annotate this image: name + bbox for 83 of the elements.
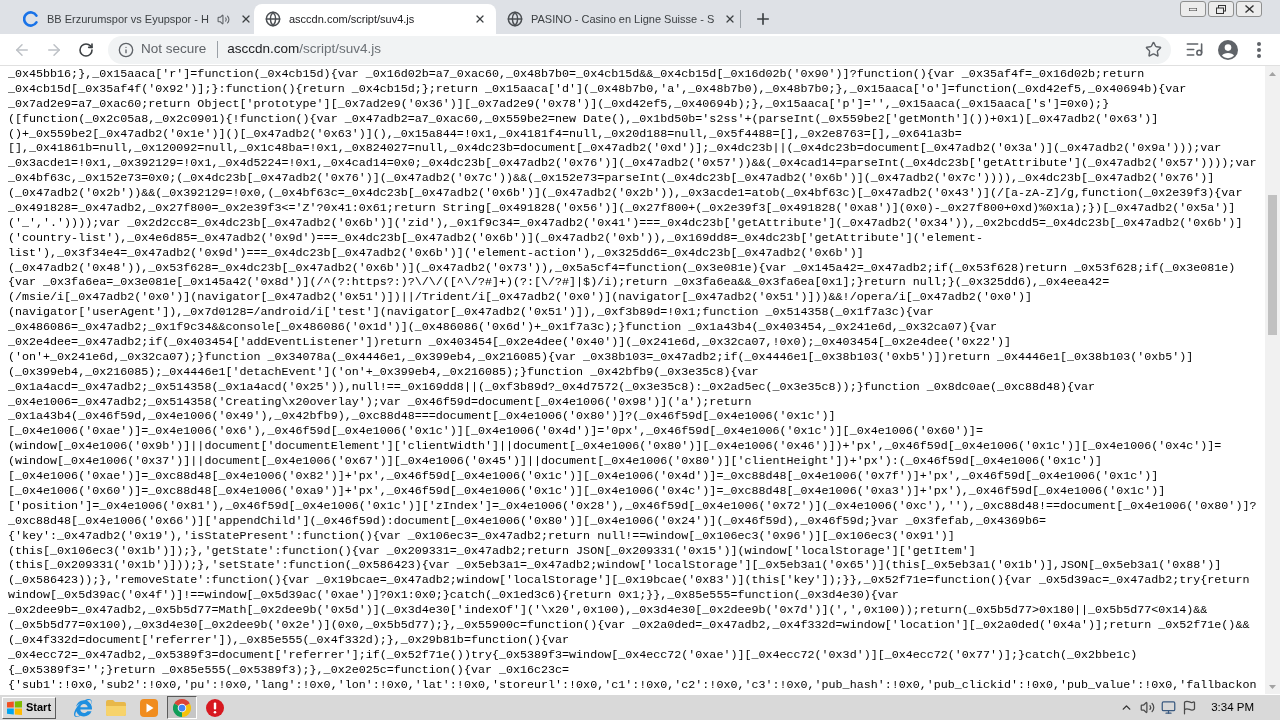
code-line: _0x4cb15d[_0x35af4f('0x92')];}:function(){return _0x4cb15d;};return _0x15aaca['d'](_0x48b7b0,'a',_0x48b7b0),_0x48b7b0;},_0x15aaca['o']=function(_0xd42ef5,_0x40694b){var (8, 81, 1187, 97)
code-line: (_0x586423));},'removeState':function(){var _0x19bcae=_0x47adb2;window['localStorage'][_0x19bcae('0x83')](this['key']);}},_0x52f71e=function(){var _0x5d39ac=_0x47adb2;try{return (8, 573, 1250, 589)
code-line: ([function(_0x2c05a8,_0x2c0901){!function(){var _0x47adb2=a7_0xac60,_0x559be2=new Date(),_0x1bd50b='s2ss'+(parseInt(_0x559be2['getMonth']())+0x1)[_0x47adb2('0x63')] (8, 111, 1159, 127)
code-line: _0x4bf63c,_0x152e73=0x0;(_0x4dc23b[_0x47adb2('0x76')](_0x47adb2('0x7c'))&&(_0x152e73=parseInt(_0x4dc23b[_0x47adb2('0x6b')](_0x47adb2('0x7c')))),_0x4dc23b[_0x47adb2('0x76')] (8, 171, 1215, 187)
code-line: (window[_0x4e1006('0x9b')]||document['documentElement']['clientWidth']||document[_0x4e1006('0x80')][_0x4e1006('0x46')])+'px',_0x46f59d[_0x4e1006('0x1c')][_0x4e1006('0x4c')]= (8, 439, 1222, 455)
code-line: (this[_0x209331('0x1b')]));},'setState':function(_0x586423){var _0x5eb3a1=_0x47adb2;window['localStorage'][_0x5eb3a1('0x65')](this[_0x5eb3a1('0x1b')],JSON[_0x5eb3a1('0x88')] (8, 558, 1222, 574)
play-icon (140, 698, 159, 717)
close-icon (1244, 5, 1254, 13)
code-line: [_0x4e1006('0xae')]=_0xc88d48[_0x4e1006('0x82')]+'px',_0x46f59d[_0x4e1006('0x1c')][_0x4e1006('0x4d')]=_0xc88d48[_0x4e1006('0x7f')]+'px',_0x46f59d[_0x4e1006('0x1c')] (8, 469, 1159, 484)
e-logo-icon (74, 698, 93, 717)
code-line: ('on'+_0x241e6d,_0x32ca07);}function _0x34078a(_0x4446e1,_0x399eb4,_0x216085){var _0x38b103=_0x47adb2;if(_0x4446e1[_0x38b103('0xb5')])return _0x4446e1[_0x38b103('0xb5')] (8, 349, 1194, 365)
info-icon (118, 41, 134, 58)
code-line: (_0x47adb2('0x2b'))&&(_0x392129=!0x0,(_0x4bf63c=_0x4dc23b[_0x47adb2('0x6b')](_0x47adb2('0x2b')),_0x3acde1=atob(_0x4bf63c)[_0x47adb2('0x43')](/[a-zA-Z]/g,function(_0x2e39f3){var (8, 186, 1243, 201)
scrollbar-track[interactable] (1265, 66, 1280, 694)
address-bar[interactable]: Not secure asccdn.com/script/suv4.js (108, 35, 1171, 64)
code-line: [_0x4e1006('0xae')]=_0x4e1006('0x6'),_0x46f59d[_0x4e1006('0x1c')][_0x4e1006('0x4d')]='0px',_0x46f59d[_0x4e1006('0x1c')][_0x4e1006('0x60')]= (8, 424, 983, 440)
code-line: _0xc88d48[_0x4e1006('0x66')]['appendChild'](_0x46f59d):document[_0x4e1006('0x80')][_0x4e1006('0x24')](_0x46f59d),_0x46f59d;}var _0x3fefab,_0x4369b6= (8, 513, 1047, 529)
browser-tab[interactable]: BB Erzurumspor vs Eyupspor - H (12, 4, 254, 34)
minimize-icon (1189, 7, 1197, 11)
profile-button[interactable] (1215, 37, 1241, 62)
speaker-icon[interactable] (1140, 700, 1156, 715)
caret-down-icon (1269, 684, 1276, 689)
code-line: [_0x4e1006('0x60')]=_0xc88d48[_0x4e1006('0xa9')]+'px',_0x46f59d[_0x4e1006('0x1c')][_0x4e1006('0x4c')]=_0xc88d48[_0x4e1006('0xa3')]+'px'),_0x46f59d[_0x4e1006('0x1c')] (8, 483, 1166, 499)
code-line: {'sub1':!0x0,'sub2':!0x0,'pu':!0x0,'lang':!0x0,'lon':!0x0,'lat':!0x0,'storeurl':!0x0,'c1':!0x0,'c2':!0x0,'c3':!0x0,'pub_hash':!0x0,'pub_clickid':!0x0,'pub_value':!0x0,'fallbackon (8, 677, 1257, 693)
playlist-icon (1184, 40, 1204, 59)
code-line: {var _0x3fa6ea=_0x3e081e[_0x145a42('0x8d')](/^(?:https?:)?\/\/([^\/?#]+)(?:[\/?#]|$)/i);return _0x3fa6ea&&_0x3fa6ea[0x1];}return null;}(_0x325dd6),_0x4eea42= (8, 275, 1110, 291)
code-line: list'),_0x3f34e4=_0x47adb2('0x9d')===_0x4dc23b[_0x47adb2('0x6b')]('element-action'),_0x325dd6=_0x4dc23b[_0x47adb2('0x6b')] (8, 245, 864, 261)
code-line: {_0x5389f3='';}return _0x85e555(_0x5389f3);},_0x2e025c=function(){var _0x16c23c= (8, 662, 570, 678)
url-text: asccdn.com/script/suv4.js (227, 40, 382, 59)
code-line: ('country-list'),_0x4e6d85=_0x47adb2('0x9d')===_0x4dc23b[_0x47adb2('0x6b')](_0x47adb2('0xb')),_0x169dd8=_0x4dc23b['getAttribute']('element- (8, 230, 983, 246)
code-line: _0x486086=_0x47adb2;_0x1f9c34&&console[_0x486086('0x1d')](_0x486086('0x6d')+_0x1f7a3c);}function _0x1a43b4(_0x403454,_0x241e6d,_0x32ca07){var (8, 320, 997, 336)
plus-icon (754, 10, 772, 28)
code-line: (_0x47adb2('0x48')),_0x53f628=_0x4dc23b[_0x47adb2('0x6b')](_0x47adb2('0x73')),_0x5a5cf4=function(_0x3e081e){var _0x145a42=_0x47adb2;if(_0x53f628)return _0x53f628;if(_0x3e081e) (8, 260, 1236, 276)
start-logo-icon (7, 700, 22, 715)
browser-tab[interactable]: asccdn.com/script/suv4.js (254, 4, 496, 34)
caret-up-icon (1269, 71, 1276, 76)
folder-icon (106, 699, 127, 716)
code-line: (_0x399eb4,_0x216085);_0x4446e1['detachEvent']('on'+_0x399eb4,_0x216085);}function _0x42bfb9(_0x3e35c8){var (8, 364, 759, 380)
code-line: ()+_0x559be2[_0x47adb2('0x1e')]()[_0x47adb2('0x63')](),_0x15a844=!0x1,_0x4181f4=null,_0x20d188=null,_0x5f4488=[],_0x2e8763=[],_0x641a3b= (8, 126, 962, 142)
alert-icon (206, 698, 225, 717)
start-button[interactable]: Start (2, 696, 57, 719)
code-line: _0x2dee9b=_0x47adb2,_0x5b5d77=Math[_0x2dee9b('0x5d')](_0x3d4e30['indexOf']('\x20',0x100),_0x3d4e30[_0x2dee9b('0x7d')](',',0x100));return(_0x5b5d77>0x180||_0x5b5d77<0x14)&& (8, 603, 1208, 618)
restore-icon (1216, 4, 1226, 14)
avatar-icon (1218, 39, 1238, 60)
code-line: _0x45bb16;},_0x15aaca['r']=function(_0x4cb15d){var _0x16d02b=a7_0xac60,_0x48b7b0=_0x4cb15d&&_0x4cb15d[_0x16d02b('0x90')]?function(){var _0x35af4f=_0x16d02b;return (8, 67, 1145, 82)
star-icon (1144, 41, 1162, 58)
ring-icon (23, 11, 39, 27)
reload-icon (78, 41, 94, 58)
code-line: {'key':_0x47adb2('0x19'),'isStatePresent':function(){var _0x106ec3=_0x47adb2;return null!==window[_0x106ec3('0x96')][_0x106ec3('0x91')] (8, 528, 955, 544)
taskbar-app-button[interactable] (167, 696, 198, 719)
code-line: (window[_0x4e1006('0x37')]||document[_0x4e1006('0x67')][_0x4e1006('0x45')]||document[_0x4e1006('0x80')]['clientHeight'])+'px'):(_0x46f59d[_0x4e1006('0x1c')] (8, 454, 1103, 470)
code-line: ('_','.'))));var _0x2d2cc8=_0x4dc23b[_0x47adb2('0x6b')]('zid'),_0x1f9c34=_0x47adb2('0x41')===_0x4dc23b['getAttribute'](_0x47adb2('0x34')),_0x2bcdd5=_0x4dc23b[_0x47adb2('0x6b')] (8, 215, 1243, 231)
code-line: _0x1a4acd=_0x47adb2;_0x514358(_0x1a4acd('0x25')),null!==_0x169dd8||(_0xf3b89d?_0x4d7572(_0x3e35c8):_0x2ad5ec(_0x3e35c8));}function _0x8dc0ae(_0xc88d48){var (8, 379, 1096, 395)
globe-icon (507, 11, 523, 27)
bookmark-button[interactable] (1143, 39, 1163, 60)
code-line: _0x491828=_0x47adb2,_0x27f800=_0x2e39f3<='Z'?0x41:0x61;return String[_0x491828('0x56')](_0x27f800+(_0x2e39f3[_0x491828('0xa8')](0x0)-_0x27f800+0xd)%0x1a);})[_0x47adb2('0x5a')] (8, 201, 1236, 216)
flag-icon[interactable] (1182, 700, 1198, 715)
monitor-icon[interactable] (1161, 700, 1177, 715)
code-line: [],_0x41861b=null,_0x120092=null,_0x1c48ba=!0x1,_0x824027=null,_0x4dc23b=document[_0x47adb2('0xd')];_0x4dc23b||(_0x4dc23b=document[_0x47adb2('0x3a')](_0x47adb2('0x9a')));var (8, 141, 1222, 157)
code-line: (navigator['userAgent']),_0x7d0128=/android/i['test'](navigator[_0x47adb2('0x51')]),_0xf3b89d=!0x1;function _0x514358(_0x1f7a3c){var (8, 305, 934, 321)
menu-icon (1257, 41, 1261, 58)
clock-time[interactable]: 3:34 PM (1211, 698, 1254, 717)
close-window-button[interactable] (1236, 1, 1262, 17)
code-line: ['position']=_0x4e1006('0x81'),_0x46f59d[_0x4e1006('0x1c')]['zIndex']=_0x4e1006('0x28'),_0x46f59d[_0x4e1006('0x72')](_0x4e1006('0xc'),''),_0xc88d48!==document[_0x4e1006('0x80')]? (8, 498, 1257, 514)
code-line: (_0x4f332d=document['referrer']),_0x85e555(_0x4f332d);},_0x29b81b=function(){var (8, 632, 570, 648)
code-line: (_0x5b5d77=0x100),_0x3d4e30[_0x2dee9b('0x2e')](0x0,_0x5b5d77);},_0x55900c=function(){var _0x2a0ded=_0x47adb2,_0x4f332d=window['location'][_0x2a0ded('0x4a')];return _0x52f71e()&& (8, 617, 1250, 633)
code-line: window[_0x5d39ac('0x4f')]!==window[_0x5d39ac('0xae')]?0x1:0x0;}catch(_0x1ed3c6){return 0x1;}},_0x85e555=function(_0x3d4e30){var (8, 588, 899, 604)
code-line: (this[_0x106ec3('0x1b')]);},'getState':function(){var _0x209331=_0x47adb2;return JSON[_0x209331('0x15')](window['localStorage']['getItem'] (8, 543, 976, 559)
close-icon (474, 13, 486, 25)
code-line: (/msie/i[_0x47adb2('0x0')](navigator[_0x47adb2('0x51')])||/Trident/i[_0x47adb2('0x0')](navigator[_0x47adb2('0x51')]))&&!/opera/i[_0x47adb2('0x0')] (8, 290, 1032, 306)
scrollbar-thumb[interactable] (1268, 195, 1277, 335)
code-line: _0x2e4dee=_0x47adb2;if(_0x403454['addEventListener'])return _0x403454[_0x2e4dee('0x40')](_0x241e6d,_0x32ca07,!0x0);_0x403454[_0x2e4dee('0x22')] (8, 335, 1011, 350)
code-line: _0x1a43b4(_0x46f59d,_0x4e1006('0x49'),_0x42bfb9),_0xc88d48===document[_0x4e1006('0x80')]?(_0x46f59d[_0x4e1006('0x1c')] (8, 409, 836, 425)
restore-button[interactable] (1208, 1, 1234, 17)
tricolor-circle-icon (173, 698, 192, 717)
code-line: _0x4e1006=_0x47adb2;_0x514358('Creating\x20overlay');var _0x46f59d=document[_0x4e1006('0x98')]('a');return (8, 394, 752, 410)
code-line: _0x3acde1=!0x1,_0x392129=!0x1,_0x4d5224=!0x1,_0x4cad14=0x0;_0x4dc23b[_0x47adb2('0x76')](_0x47adb2('0x57'))&&(_0x4cad14=parseInt(_0x4dc23b['getAttribute'](_0x47adb2('0x57'))));var (8, 156, 1257, 172)
code-line: _0x7ad2e9=a7_0xac60;return Object['prototype'][_0x7ad2e9('0x36')][_0x7ad2e9('0x78')](_0xd42ef5,_0x40694b);},_0x15aaca['p']='',_0x15aaca(_0x15aaca['s']=0x0);} (8, 96, 1110, 112)
close-icon (240, 13, 252, 25)
security-indicator[interactable]: Not secure (118, 39, 207, 60)
globe-icon (265, 11, 281, 27)
browser-tab[interactable]: PASINO - Casino en Ligne Suisse - S (496, 4, 738, 34)
code-line: _0x4ecc72=_0x47adb2,_0x5389f3=document['referrer'];if(_0x52f71e())try{_0x5389f3=window[_0x4ecc72('0xae')][_0x4ecc72('0x3d')][_0x4ecc72('0x77')];}catch(_0x2bbe1c) (8, 647, 1138, 663)
